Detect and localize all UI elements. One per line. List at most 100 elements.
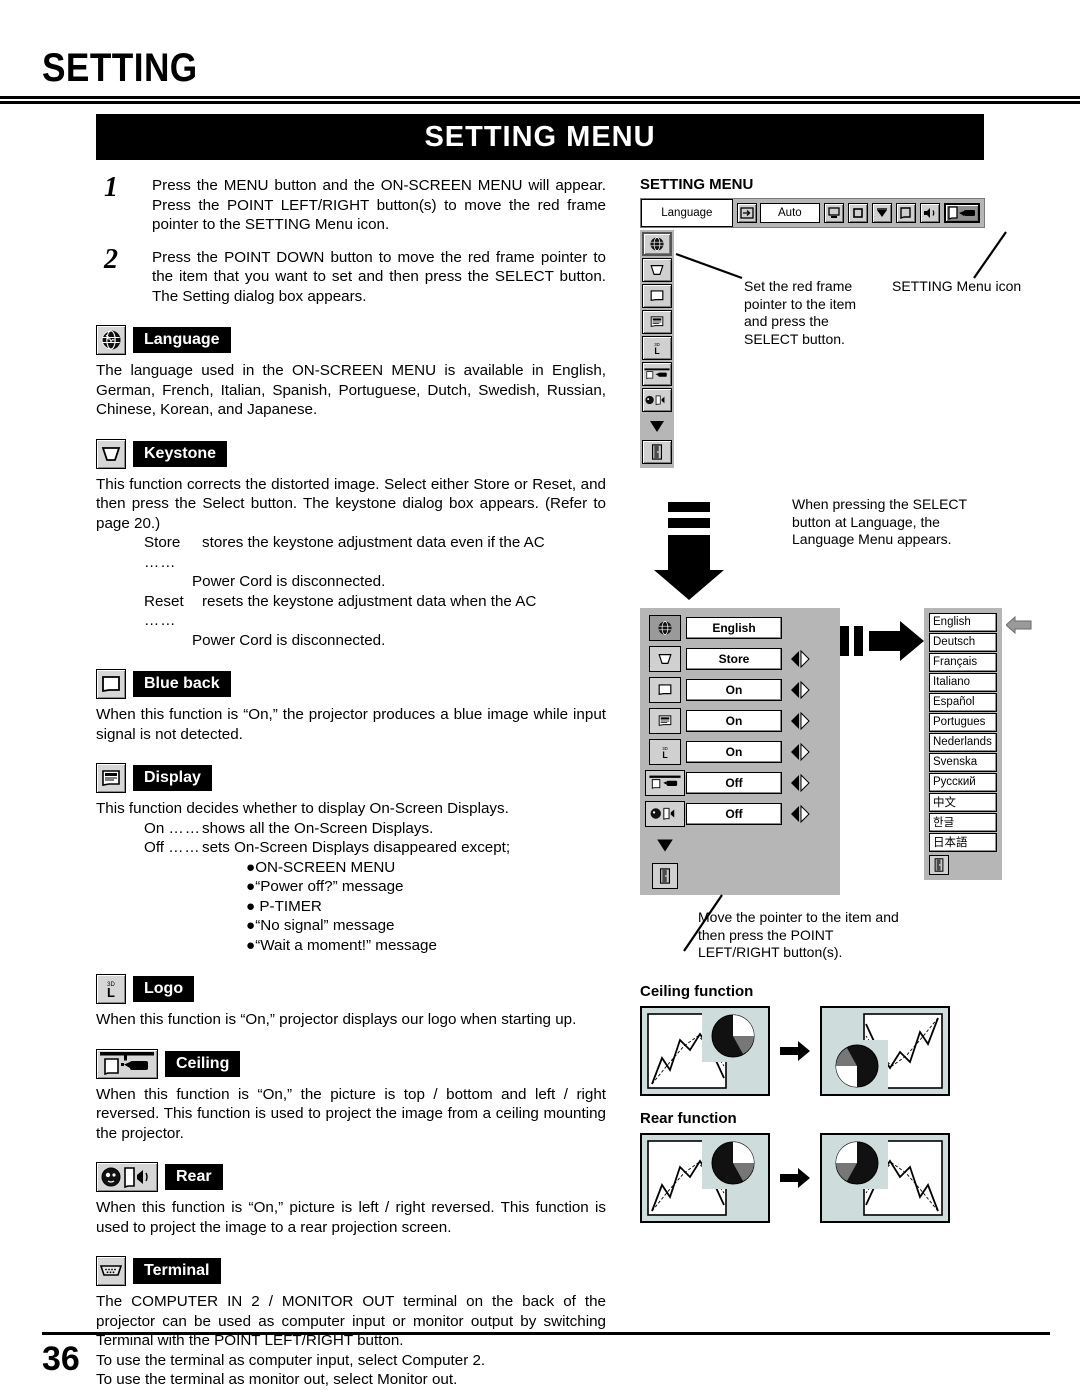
language-menu[interactable]: English Deutsch Français Italiano Españo… [924,608,1002,880]
language-item-nederlands[interactable]: Nederlands [929,733,997,752]
section-body-keystone: This function corrects the distorted ima… [96,475,606,532]
language-item-portugues[interactable]: Portugues [929,713,997,732]
section-label-rear: Rear [165,1164,223,1190]
dialog-row-keystone[interactable]: Store [686,643,836,674]
step-2-text: Press the POINT DOWN button to move the … [152,248,606,305]
language-item-japanese[interactable]: 日本語 [929,833,997,852]
step-1: 1 Press the MENU button and the ON-SCREE… [96,172,606,235]
dialog-row-language[interactable]: English [686,612,836,643]
step-1-number: 1 [104,172,118,203]
image-icon[interactable] [872,203,892,223]
page-title: SETTING [42,46,198,90]
computer-icon[interactable] [824,203,844,223]
footer-divider [42,1332,1050,1335]
display-on-line: On …… shows all the On-Screen Displays. [144,819,606,839]
dialog-logo-icon[interactable]: 3D L [649,738,681,765]
language-item-svenska[interactable]: Svenska [929,753,997,772]
osd-auto-box[interactable]: Auto [759,203,820,223]
dialog-row-blue-back[interactable]: On [686,674,836,705]
rail-logo-icon[interactable]: 3D L [642,336,672,360]
section-banner: SETTING MENU [96,114,984,160]
rail-ceiling-icon[interactable] [642,362,672,386]
value-rear[interactable]: Off [686,802,782,825]
figure-ceiling-after [820,1006,950,1096]
osd-icon-rail[interactable]: 3D L [640,230,674,468]
section-body-rear: When this function is “On,” picture is l… [96,1199,606,1236]
keystone-icon [96,438,126,469]
language-item-korean[interactable]: 한글 [929,813,997,832]
left-right-arrow-icon[interactable] [789,711,811,731]
display-icon [96,763,126,793]
left-right-arrow-icon[interactable] [789,649,811,669]
svg-text:L: L [107,985,115,1000]
dialog-keystone-icon[interactable] [649,645,681,672]
value-logo[interactable]: On [686,740,782,763]
dialog-display-icon[interactable] [649,707,681,734]
osd-language-box[interactable]: Language [641,199,733,227]
setting-dialog[interactable]: 3D L English Store On On On Off Off [640,608,840,895]
value-ceiling[interactable]: Off [686,771,782,794]
terminal-line3: To use the terminal as monitor out, sele… [96,1371,458,1388]
section-language: Language The language used in the ON-SCR… [96,324,606,420]
left-right-arrow-icon[interactable] [789,804,811,824]
value-blue-back[interactable]: On [686,678,782,701]
dialog-row-rear[interactable]: Off [686,798,836,829]
dialog-blue-back-icon[interactable] [649,676,681,703]
osd-menu-title: SETTING MENU [640,176,754,193]
section-display: Display This function decides whether to… [96,762,606,955]
section-body-blue-back: When this function is “On,” the projecto… [96,706,606,743]
dialog-row-logo[interactable]: On [686,736,836,767]
rail-display-icon[interactable] [642,310,672,334]
language-item-italiano[interactable]: Italiano [929,673,997,692]
language-item-russian[interactable]: Русский [929,773,997,792]
value-language[interactable]: English [686,616,782,639]
dialog-down-arrow-icon[interactable] [644,829,686,860]
right-column: SETTING MENU Language Auto 3D L Set the … [640,176,1040,1223]
language-exit-icon[interactable] [929,854,949,875]
dialog-row-ceiling[interactable]: Off [686,767,836,798]
left-right-arrow-icon[interactable] [789,742,811,762]
list-item: ●“Wait a moment!” message [246,936,437,954]
keystone-store-desc: stores the keystone adjustment data even… [202,534,545,551]
section-body-ceiling: When this function is “On,” the picture … [96,1085,606,1142]
display-off-dots: …… [168,839,201,856]
dialog-rear-icon[interactable] [645,800,685,827]
screen-icon[interactable] [896,203,916,223]
display-on-key: On [144,819,165,837]
rail-down-arrow-icon[interactable] [642,414,672,438]
setting-icon[interactable] [944,203,980,223]
language-item-english[interactable]: English [929,613,997,632]
left-right-arrow-icon[interactable] [789,773,811,793]
rail-globe-icon[interactable] [642,232,672,256]
dialog-ceiling-icon[interactable] [645,769,685,796]
rail-exit-icon[interactable] [642,440,672,464]
square-icon[interactable] [848,203,868,223]
value-display[interactable]: On [686,709,782,732]
language-item-chinese[interactable]: 中文 [929,793,997,812]
section-body-logo: When this function is “On,” projector di… [96,1011,577,1028]
input-icon[interactable] [736,203,757,223]
dialog-exit-icon[interactable] [652,862,678,889]
rear-icon [96,1162,158,1192]
rail-keystone-icon[interactable] [642,258,672,282]
osd-menu-bar[interactable]: Language Auto [640,198,985,228]
language-item-deutsch[interactable]: Deutsch [929,633,997,652]
rail-rear-icon[interactable] [642,388,672,412]
dialog-row-display[interactable]: On [686,705,836,736]
left-right-arrow-icon[interactable] [789,680,811,700]
dialog-globe-icon[interactable] [649,614,681,641]
sound-icon[interactable] [920,203,940,223]
dialog-icon-rail[interactable]: 3D L [644,612,686,891]
section-terminal: Terminal The COMPUTER IN 2 / MONITOR OUT… [96,1255,606,1390]
section-blue-back: Blue back When this function is “On,” th… [96,668,606,744]
rail-blue-back-icon[interactable] [642,284,672,308]
section-body-language: The language used in the ON-SCREEN MENU … [96,362,606,418]
globe-icon [96,325,126,355]
value-keystone[interactable]: Store [686,647,782,670]
language-item-espanol[interactable]: Español [929,693,997,712]
step-1-text: Press the MENU button and the ON-SCREEN … [152,177,606,233]
keystone-reset-desc: resets the keystone adjustment data when… [202,592,537,610]
language-item-francais[interactable]: Français [929,653,997,672]
step-2: 2 Press the POINT DOWN button to move th… [96,244,606,307]
keystone-reset-desc2: Power Cord is disconnected. [192,631,386,649]
